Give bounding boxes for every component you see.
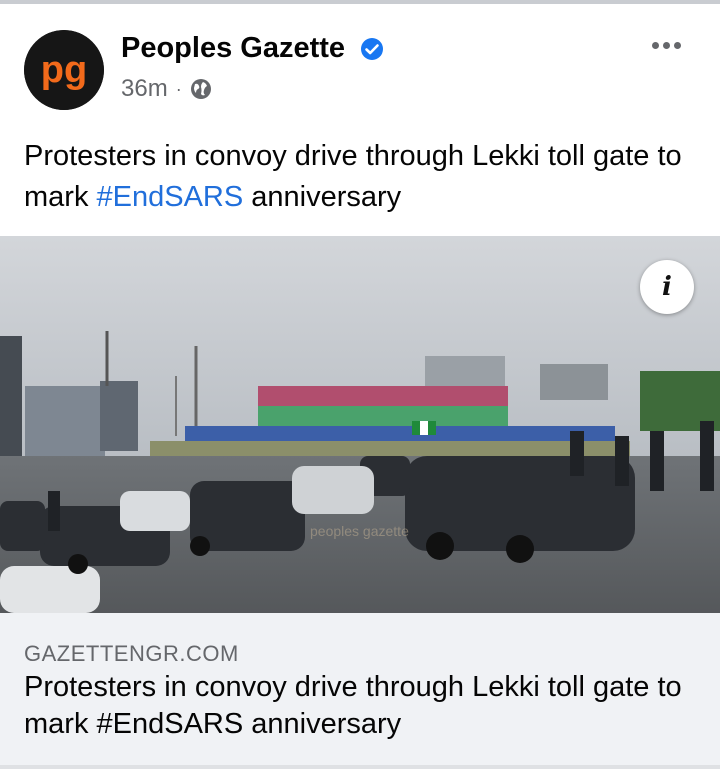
- verified-badge-icon: [361, 38, 383, 60]
- more-dot: [673, 41, 681, 49]
- hashtag-link[interactable]: #EndSARS: [97, 181, 244, 213]
- page-name[interactable]: Peoples Gazette: [121, 32, 345, 65]
- post-caption: Protesters in convoy drive through Lekki…: [24, 136, 704, 218]
- peoples-gazette-logo-icon: pg: [24, 30, 104, 110]
- more-options-button[interactable]: [646, 30, 686, 60]
- link-preview-card[interactable]: GAZETTENGR.COM Protesters in convoy driv…: [0, 613, 720, 765]
- page-avatar[interactable]: pg: [24, 30, 104, 110]
- caption-suffix: anniversary: [243, 181, 402, 213]
- protest-convoy-photo: peoples gazette: [0, 236, 720, 613]
- post-timestamp[interactable]: 36m: [121, 75, 168, 103]
- more-options-icon: [651, 41, 659, 49]
- post-meta: 36m ·: [121, 75, 212, 103]
- post-photo[interactable]: peoples gazette: [0, 236, 720, 613]
- meta-separator: ·: [175, 78, 182, 99]
- svg-text:pg: pg: [41, 49, 87, 91]
- post-header: pg Peoples Gazette 36m ·: [0, 4, 720, 124]
- photo-info-button[interactable]: i: [640, 260, 694, 314]
- globe-icon: [190, 79, 211, 99]
- more-dot: [662, 41, 670, 49]
- link-title: Protesters in convoy drive through Lekki…: [24, 671, 682, 740]
- link-domain: GAZETTENGR.COM: [24, 641, 239, 666]
- photo-watermark: peoples gazette: [310, 523, 409, 539]
- bottom-divider: [0, 765, 720, 769]
- info-icon: i: [662, 272, 672, 302]
